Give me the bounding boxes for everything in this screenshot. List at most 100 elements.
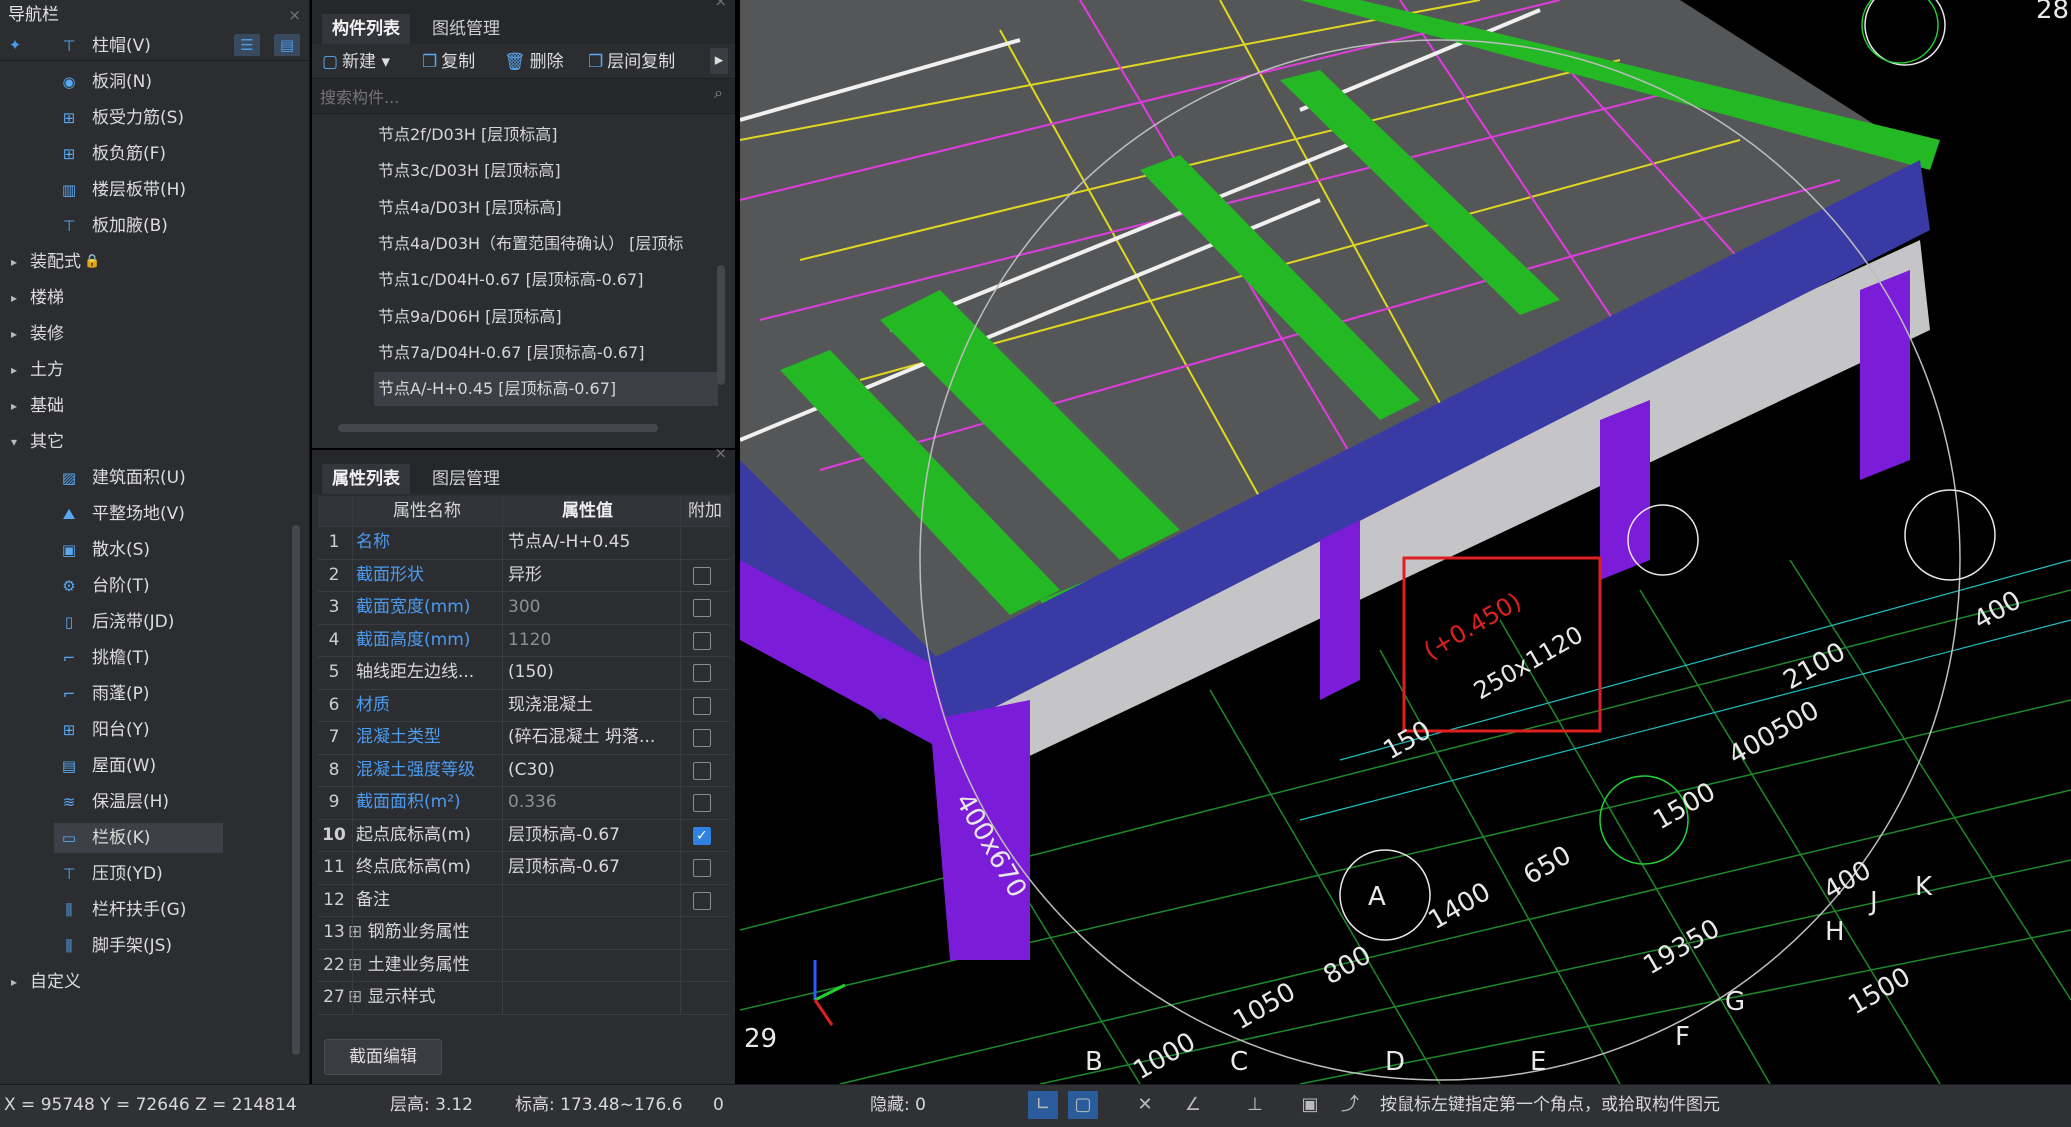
property-value[interactable]: 异形 bbox=[508, 560, 678, 591]
extra-checkbox[interactable] bbox=[693, 891, 711, 910]
property-value[interactable]: 0.336 bbox=[508, 787, 678, 818]
property-row[interactable]: 5 轴线距左边线... (150) bbox=[318, 657, 730, 690]
property-value[interactable]: 节点A/-H+0.45 bbox=[508, 527, 678, 558]
property-group[interactable]: ⊞ 显示样式 bbox=[348, 982, 488, 1013]
property-value[interactable]: 层顶标高-0.67 bbox=[508, 820, 678, 851]
extra-checkbox[interactable] bbox=[693, 696, 711, 715]
expand-icon[interactable]: ⊞ bbox=[348, 987, 368, 1007]
nav-item[interactable]: ⫼ 脚手架(JS) bbox=[0, 930, 300, 962]
extra-checkbox[interactable] bbox=[693, 566, 711, 585]
nav-category[interactable]: ▾ 其它 bbox=[0, 426, 300, 458]
property-row[interactable]: 3 截面宽度(mm) 300 bbox=[318, 592, 730, 625]
nav-item[interactable]: ⊤ 柱帽(V) bbox=[0, 30, 300, 62]
nav-item[interactable]: ▥ 楼层板带(H) bbox=[0, 174, 300, 206]
nav-category[interactable]: ▸ 装配式 🔒 bbox=[0, 246, 300, 278]
nav-scrollbar[interactable] bbox=[292, 525, 300, 1055]
nav-category[interactable]: ▸ 装修 bbox=[0, 318, 300, 350]
property-row[interactable]: 9 截面面积(m²) 0.336 bbox=[318, 787, 730, 820]
component-row[interactable]: 节点4a/D03H [层顶标高] bbox=[374, 191, 718, 225]
cross-icon[interactable]: ✕ bbox=[1130, 1091, 1160, 1119]
component-row[interactable]: 节点1c/D04H-0.67 [层顶标高-0.67] bbox=[374, 263, 718, 297]
new-button[interactable]: ▢ 新建 ▾ bbox=[322, 50, 390, 74]
section-edit-button[interactable]: 截面编辑 bbox=[324, 1039, 442, 1075]
tab-layer-management[interactable]: 图层管理 bbox=[422, 464, 510, 494]
property-row[interactable]: 22 ⊞ 土建业务属性 bbox=[318, 950, 730, 982]
property-value[interactable]: 现浇混凝土 bbox=[508, 690, 678, 721]
component-list-vscroll[interactable] bbox=[717, 265, 725, 385]
property-row[interactable]: 11 终点底标高(m) 层顶标高-0.67 bbox=[318, 852, 730, 885]
component-list-hscroll[interactable] bbox=[338, 424, 658, 432]
offset-icon[interactable]: ⊥ bbox=[1240, 1091, 1270, 1119]
component-row[interactable]: 节点7a/D04H-0.67 [层顶标高-0.67] bbox=[374, 336, 718, 370]
nav-item[interactable]: ⊤ 压顶(YD) bbox=[0, 858, 300, 890]
property-row[interactable]: 2 截面形状 异形 bbox=[318, 560, 730, 592]
property-row[interactable]: 1 名称 节点A/-H+0.45 bbox=[318, 527, 730, 560]
close-icon[interactable]: × bbox=[288, 0, 301, 30]
property-group[interactable]: ⊞ 钢筋业务属性 bbox=[348, 917, 488, 948]
expand-icon[interactable]: ⊞ bbox=[348, 955, 368, 975]
nav-item[interactable]: ▣ 散水(S) bbox=[0, 534, 300, 566]
property-row[interactable]: 27 ⊞ 显示样式 bbox=[318, 982, 730, 1015]
nav-item[interactable]: ⊞ 板负筋(F) bbox=[0, 138, 300, 170]
nav-item[interactable]: ⌐ 雨蓬(P) bbox=[0, 678, 300, 710]
snap-icon[interactable]: ▢ bbox=[1068, 1091, 1098, 1119]
polyline-icon[interactable]: ⤴ bbox=[1335, 1091, 1365, 1119]
component-row[interactable]: 节点9a/D06H [层顶标高] bbox=[374, 300, 718, 334]
chevron-right-icon[interactable]: ▸ bbox=[11, 318, 17, 350]
property-value[interactable]: 300 bbox=[508, 592, 678, 623]
property-row[interactable]: 7 混凝土类型 (碎石混凝土 坍落... bbox=[318, 722, 730, 755]
nav-category[interactable]: ▸ 基础 bbox=[0, 390, 300, 422]
nav-item[interactable]: ▤ 屋面(W) bbox=[0, 750, 300, 782]
extra-checkbox[interactable] bbox=[693, 599, 711, 617]
extra-checkbox[interactable] bbox=[693, 729, 711, 747]
property-row[interactable]: 6 材质 现浇混凝土 bbox=[318, 690, 730, 722]
property-value[interactable]: (C30) bbox=[508, 755, 678, 786]
component-search-input[interactable] bbox=[318, 84, 702, 110]
nav-item[interactable]: ▨ 建筑面积(U) bbox=[0, 462, 300, 494]
expand-icon[interactable]: ⊞ bbox=[348, 922, 368, 942]
property-value[interactable]: 层顶标高-0.67 bbox=[508, 852, 678, 883]
property-value[interactable]: (碎石混凝土 坍落... bbox=[508, 722, 678, 753]
ortho-icon[interactable]: ∟ bbox=[1028, 1091, 1058, 1119]
property-row[interactable]: 12 备注 bbox=[318, 885, 730, 917]
extra-checkbox[interactable] bbox=[693, 821, 711, 852]
property-value[interactable]: 1120 bbox=[508, 625, 678, 656]
property-value[interactable]: (150) bbox=[508, 657, 678, 688]
drawing-canvas[interactable]: 28 29 2100 400 400500 1500 650 1400 800 … bbox=[740, 0, 2071, 1084]
property-row[interactable]: 4 截面高度(mm) 1120 bbox=[318, 625, 730, 657]
chevron-right-icon[interactable]: ▸ bbox=[11, 390, 17, 422]
close-icon[interactable]: × bbox=[714, 444, 727, 462]
close-icon[interactable]: × bbox=[714, 0, 727, 10]
copy-button[interactable]: ❐ 复制 bbox=[422, 50, 475, 74]
search-icon[interactable]: ⌕ bbox=[714, 83, 723, 103]
nav-item[interactable]: ◉ 板洞(N) bbox=[0, 66, 300, 98]
delete-button[interactable]: 🗑 删除 bbox=[504, 50, 564, 74]
nav-item[interactable]: ⛰ 平整场地(V) bbox=[0, 498, 300, 530]
nav-item[interactable]: ▭ 栏板(K) bbox=[0, 822, 300, 854]
nav-item[interactable]: ⫼ 栏杆扶手(G) bbox=[0, 894, 300, 926]
tab-property-list[interactable]: 属性列表 bbox=[322, 464, 410, 494]
chevron-right-icon[interactable]: ▸ bbox=[11, 246, 17, 278]
chevron-right-icon[interactable]: ▸ bbox=[11, 282, 17, 314]
nav-item[interactable]: ⊤ 板加腋(B) bbox=[0, 210, 300, 242]
extra-checkbox[interactable] bbox=[693, 794, 711, 812]
extra-checkbox[interactable] bbox=[693, 631, 711, 650]
component-row[interactable]: 节点4a/D03H（布置范围待确认） [层顶标 bbox=[374, 227, 718, 261]
component-row[interactable]: 节点2f/D03H [层顶标高] bbox=[374, 118, 718, 152]
nav-category[interactable]: ▸ 土方 bbox=[0, 354, 300, 386]
chevron-right-icon[interactable]: ▸ bbox=[11, 354, 17, 386]
component-row[interactable]: 节点A/-H+0.45 [层顶标高-0.67] bbox=[374, 372, 718, 407]
property-row[interactable]: 8 混凝土强度等级 (C30) bbox=[318, 755, 730, 787]
nav-item[interactable]: ▯ 后浇带(JD) bbox=[0, 606, 300, 638]
tab-drawing-management[interactable]: 图纸管理 bbox=[422, 14, 510, 44]
chevron-down-icon[interactable]: ▾ bbox=[11, 426, 17, 458]
property-row[interactable]: 10 起点底标高(m) 层顶标高-0.67 bbox=[318, 820, 730, 852]
component-row[interactable]: 节点3c/D03H [层顶标高] bbox=[374, 154, 718, 188]
more-icon[interactable]: ▸ bbox=[710, 48, 728, 74]
nav-category[interactable]: ▸ 楼梯 bbox=[0, 282, 300, 314]
extra-checkbox[interactable] bbox=[693, 664, 711, 682]
display-icon[interactable]: ▣ bbox=[1295, 1091, 1325, 1119]
nav-item[interactable]: ⊞ 阳台(Y) bbox=[0, 714, 300, 746]
extra-checkbox[interactable] bbox=[693, 761, 711, 780]
chevron-right-icon[interactable]: ▸ bbox=[11, 966, 17, 998]
